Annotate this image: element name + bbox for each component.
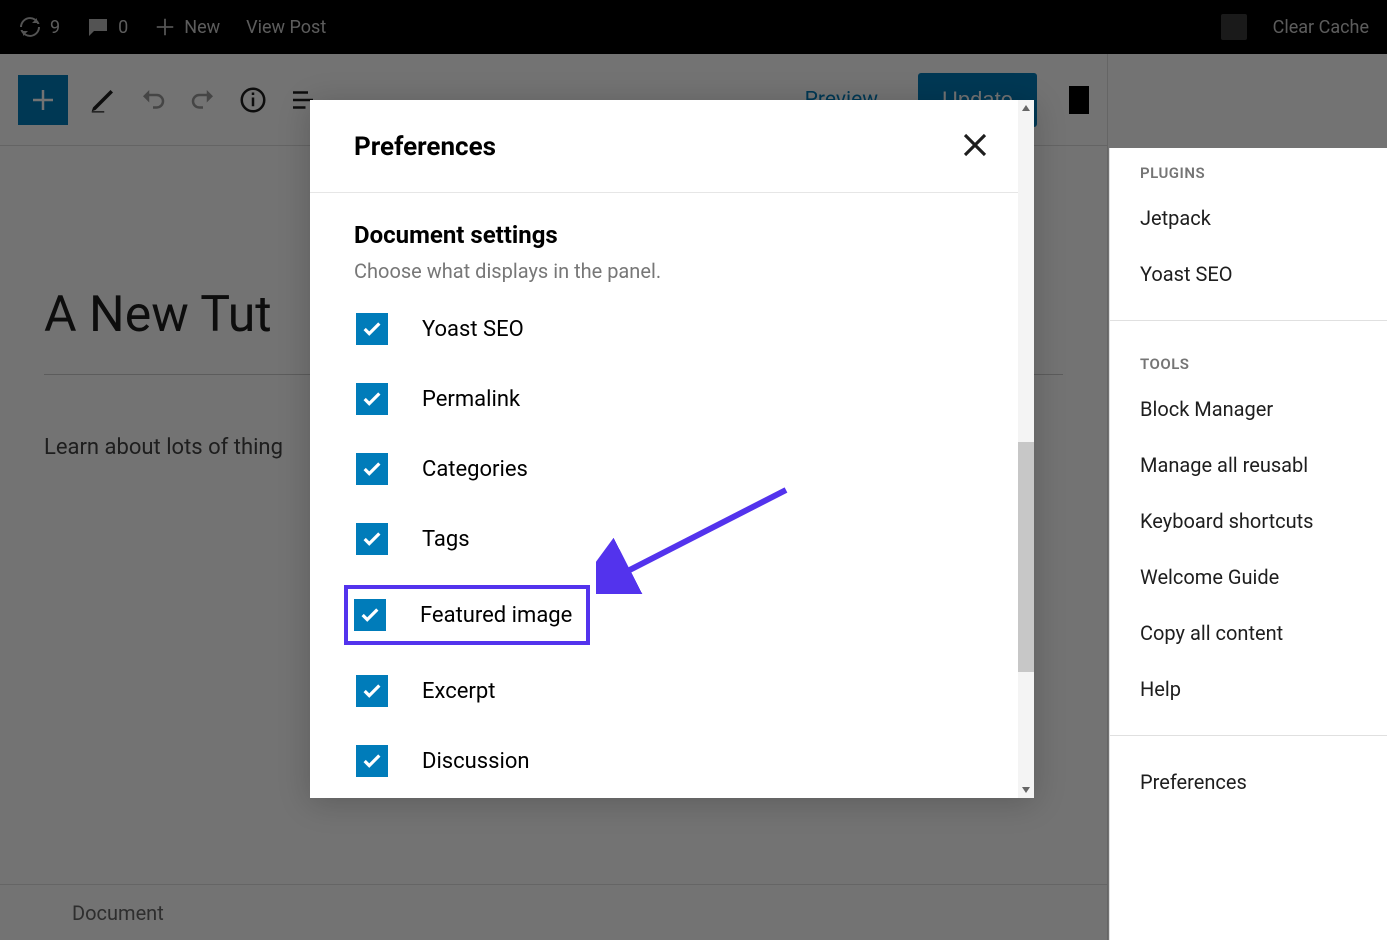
sidebar-item-jetpack[interactable]: Jetpack: [1110, 190, 1387, 246]
sidebar-separator: [1110, 320, 1387, 321]
check-icon: [359, 604, 381, 626]
pref-option-featured-image[interactable]: Featured image: [348, 589, 586, 641]
tools-heading: TOOLS: [1110, 339, 1387, 381]
option-label: Discussion: [422, 749, 530, 774]
pref-option-categories[interactable]: Categories: [354, 449, 990, 489]
sidebar-item-block-manager[interactable]: Block Manager: [1110, 381, 1387, 437]
checkbox[interactable]: [356, 453, 388, 485]
option-label: Tags: [422, 527, 470, 552]
pref-option-permalink[interactable]: Permalink: [354, 379, 990, 419]
sidebar-item-keyboard-shortcuts[interactable]: Keyboard shortcuts: [1110, 493, 1387, 549]
plugins-heading: PLUGINS: [1110, 148, 1387, 190]
pref-option-excerpt[interactable]: Excerpt: [354, 671, 990, 711]
checkbox[interactable]: [354, 599, 386, 631]
document-settings-title: Document settings: [354, 221, 990, 249]
scrollbar-thumb[interactable]: [1018, 442, 1034, 672]
close-button[interactable]: [960, 130, 990, 164]
sidebar-item-reusable[interactable]: Manage all reusabl: [1110, 437, 1387, 493]
modal-scrollbar[interactable]: [1018, 100, 1034, 798]
check-icon: [361, 680, 383, 702]
sidebar-separator: [1110, 735, 1387, 736]
pref-option-yoast-seo[interactable]: Yoast SEO: [354, 309, 990, 349]
scroll-down-arrow-icon[interactable]: [1021, 785, 1031, 795]
check-icon: [361, 750, 383, 772]
pref-option-tags[interactable]: Tags: [354, 519, 990, 559]
sidebar-item-yoast[interactable]: Yoast SEO: [1110, 246, 1387, 302]
check-icon: [361, 458, 383, 480]
sidebar-item-preferences[interactable]: Preferences: [1110, 754, 1387, 810]
modal-title: Preferences: [354, 132, 496, 162]
checkbox[interactable]: [356, 675, 388, 707]
checkbox[interactable]: [356, 523, 388, 555]
pref-option-discussion[interactable]: Discussion: [354, 741, 990, 781]
checkbox[interactable]: [356, 383, 388, 415]
check-icon: [361, 388, 383, 410]
option-label: Categories: [422, 457, 528, 482]
check-icon: [361, 318, 383, 340]
option-label: Yoast SEO: [422, 317, 524, 342]
document-settings-desc: Choose what displays in the panel.: [354, 259, 990, 283]
checkbox[interactable]: [356, 745, 388, 777]
close-icon: [960, 130, 990, 160]
option-label: Featured image: [420, 603, 572, 628]
sidebar-item-welcome-guide[interactable]: Welcome Guide: [1110, 549, 1387, 605]
option-label: Permalink: [422, 387, 520, 412]
sidebar-item-copy-content[interactable]: Copy all content: [1110, 605, 1387, 661]
preferences-modal: Preferences Document settings Choose wha…: [310, 100, 1034, 798]
options-sidebar-visible: PLUGINS Jetpack Yoast SEO TOOLS Block Ma…: [1109, 148, 1387, 940]
checkbox[interactable]: [356, 313, 388, 345]
sidebar-item-help[interactable]: Help: [1110, 661, 1387, 717]
option-label: Excerpt: [422, 679, 495, 704]
scroll-up-arrow-icon[interactable]: [1021, 103, 1031, 113]
check-icon: [361, 528, 383, 550]
